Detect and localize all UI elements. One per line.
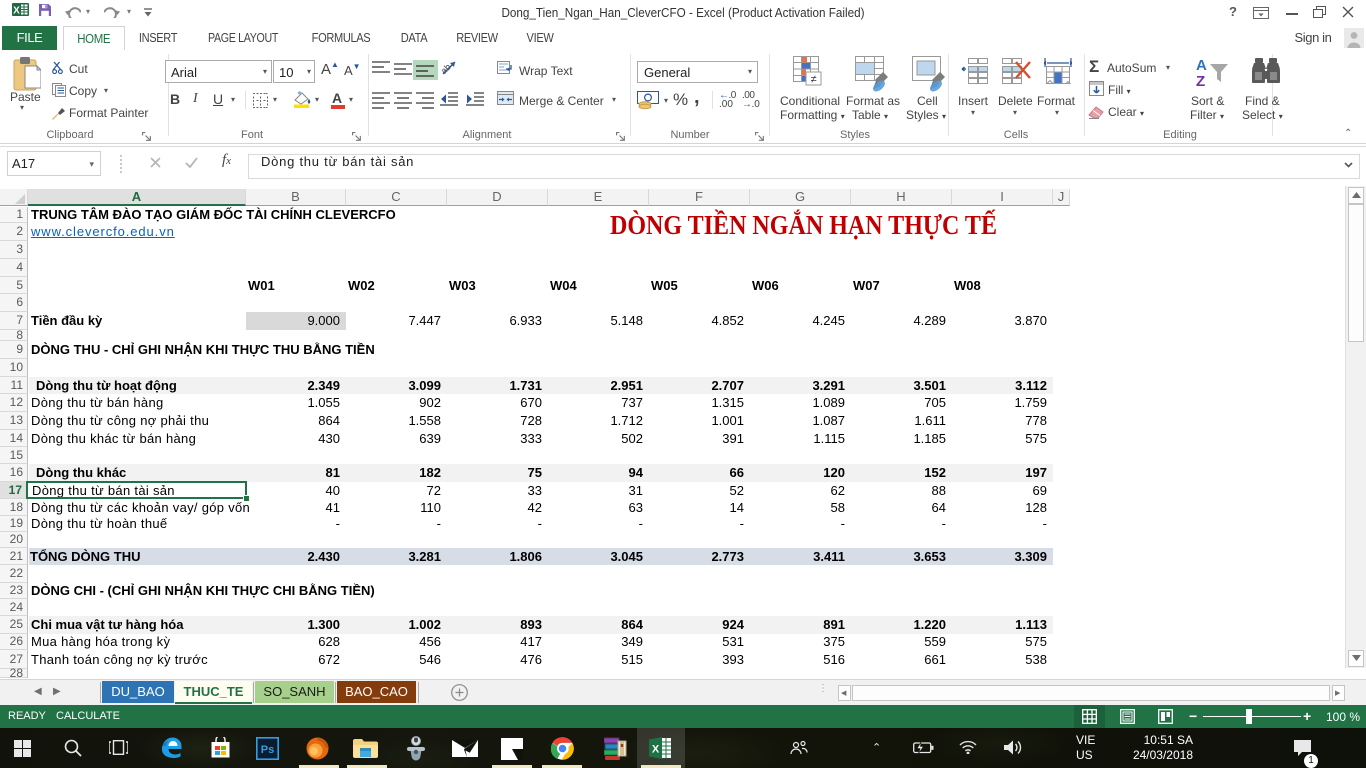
svg-text:Z: Z: [1196, 73, 1205, 90]
svg-text:A: A: [1196, 57, 1207, 74]
svg-text:X: X: [13, 6, 20, 17]
svg-text:≠: ≠: [810, 74, 816, 86]
svg-text:Ps: Ps: [261, 744, 274, 756]
svg-text:ab: ab: [439, 62, 453, 76]
svg-text:X: X: [652, 744, 660, 756]
